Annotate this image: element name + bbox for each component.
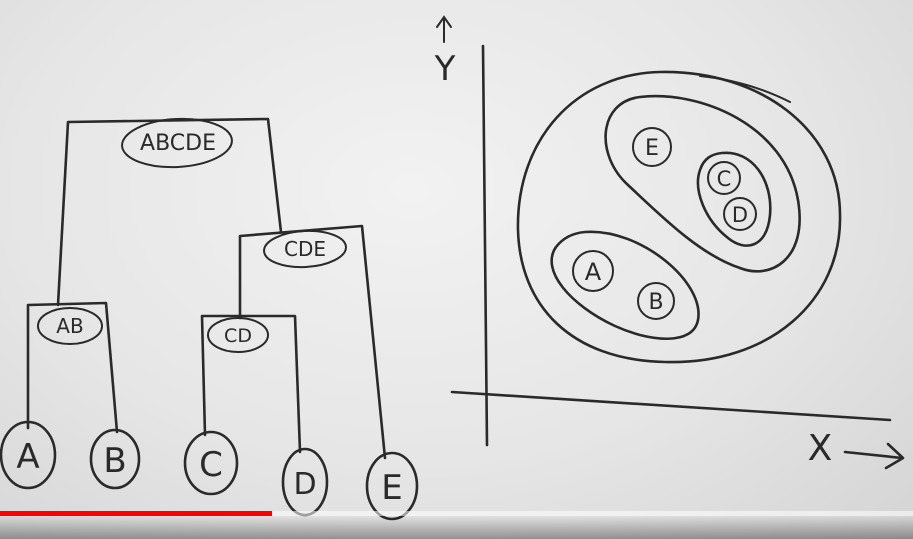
- player-controls-shade: [0, 516, 913, 539]
- point-label-b: B: [648, 290, 663, 315]
- dendrogram: ABCDE CDE AB CD A B C D E: [0, 117, 419, 521]
- merge-label-abcde: ABCDE: [140, 131, 216, 156]
- leaf-label-d: D: [293, 467, 316, 502]
- y-axis-line: [481, 44, 489, 447]
- leaf-label-a: A: [16, 437, 39, 477]
- leaf-label-c: C: [199, 445, 223, 485]
- cluster-scatter: Y X E C D A B: [434, 15, 905, 470]
- whiteboard-drawing: ABCDE CDE AB CD A B C D E Y X E C D A B: [0, 15, 905, 521]
- cluster-cde: [604, 94, 801, 273]
- cluster-outer-overstroke: [699, 75, 791, 103]
- y-axis-arrow: [436, 15, 452, 43]
- video-frame: ABCDE CDE AB CD A B C D E Y X E C D A B: [0, 0, 913, 539]
- merge-label-cd: CD: [224, 325, 252, 347]
- y-axis-label: Y: [434, 49, 456, 89]
- point-label-c: C: [717, 167, 732, 191]
- x-axis-arrow: [843, 442, 905, 470]
- x-axis-line: [450, 390, 892, 422]
- cluster-ab: [550, 230, 700, 340]
- point-label-d: D: [732, 203, 748, 227]
- point-label-a: A: [585, 258, 602, 286]
- cluster-outer-all: [516, 70, 842, 364]
- merge-label-ab: AB: [56, 314, 83, 338]
- x-axis-label: X: [808, 428, 833, 469]
- point-label-e: E: [645, 136, 659, 161]
- leaf-label-e: E: [381, 468, 402, 508]
- merge-label-cde: CDE: [284, 237, 326, 261]
- leaf-label-b: B: [103, 441, 126, 481]
